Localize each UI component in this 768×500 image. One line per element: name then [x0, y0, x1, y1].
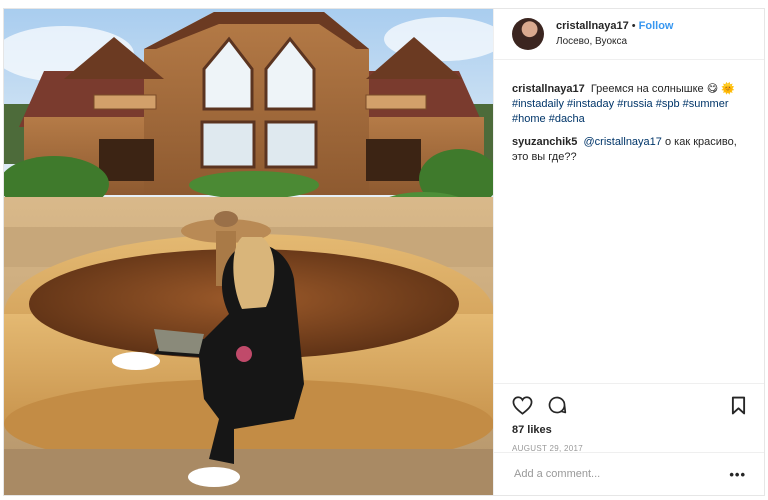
hashtag-link[interactable]: #russia: [617, 98, 652, 110]
post-photo[interactable]: [4, 9, 493, 495]
caption: cristallnaya17 Греемся на солнышке 😋 🌞 #…: [512, 82, 746, 127]
comment-input[interactable]: [512, 467, 730, 481]
comments-list: cristallnaya17 Греемся на солнышке 😋 🌞 #…: [494, 60, 764, 165]
post-sidebar: cristallnaya17 • Follow Лосево, Вуокса cri…: [493, 9, 764, 495]
comment-username[interactable]: syuzanchik5: [512, 136, 577, 148]
author-username[interactable]: cristallnaya17: [556, 20, 629, 32]
speech-bubble-icon[interactable]: [547, 395, 567, 415]
ellipsis-icon[interactable]: •••: [729, 467, 746, 482]
add-comment-bar: •••: [494, 452, 764, 495]
hashtag-link[interactable]: #home: [512, 113, 546, 125]
likes-count[interactable]: 87 likes: [512, 424, 746, 436]
caption-username[interactable]: cristallnaya17: [512, 83, 585, 95]
author-info: cristallnaya17 • Follow Лосево, Вуокса: [556, 19, 673, 49]
photo-scene: [4, 9, 493, 495]
hashtag-link[interactable]: #dacha: [549, 113, 585, 125]
separator-dot: •: [631, 20, 636, 32]
comment-mention[interactable]: @cristallnaya17: [583, 136, 661, 148]
post-actions: 87 likes AUGUST 29, 2017: [494, 383, 764, 453]
hashtag-link[interactable]: #summer: [683, 98, 729, 110]
follow-button[interactable]: Follow: [639, 20, 674, 32]
comment: syuzanchik5 @cristallnaya17 о как красив…: [512, 135, 746, 165]
instagram-post: cristallnaya17 • Follow Лосево, Вуокса cri…: [3, 8, 765, 496]
hashtag-link[interactable]: #instaday: [567, 98, 614, 110]
post-header: cristallnaya17 • Follow Лосево, Вуокса: [494, 9, 764, 60]
hashtag-link[interactable]: #instadaily: [512, 98, 564, 110]
emoji-icons: 😋 🌞: [706, 83, 735, 95]
location-link[interactable]: Лосево, Вуокса: [556, 34, 673, 49]
hashtag-link[interactable]: #spb: [656, 98, 680, 110]
heart-outline-icon[interactable]: [512, 395, 533, 415]
avatar[interactable]: [512, 18, 544, 50]
action-icons: [512, 394, 746, 416]
caption-text: Греемся на солнышке: [590, 83, 704, 95]
bookmark-icon[interactable]: [731, 396, 746, 415]
